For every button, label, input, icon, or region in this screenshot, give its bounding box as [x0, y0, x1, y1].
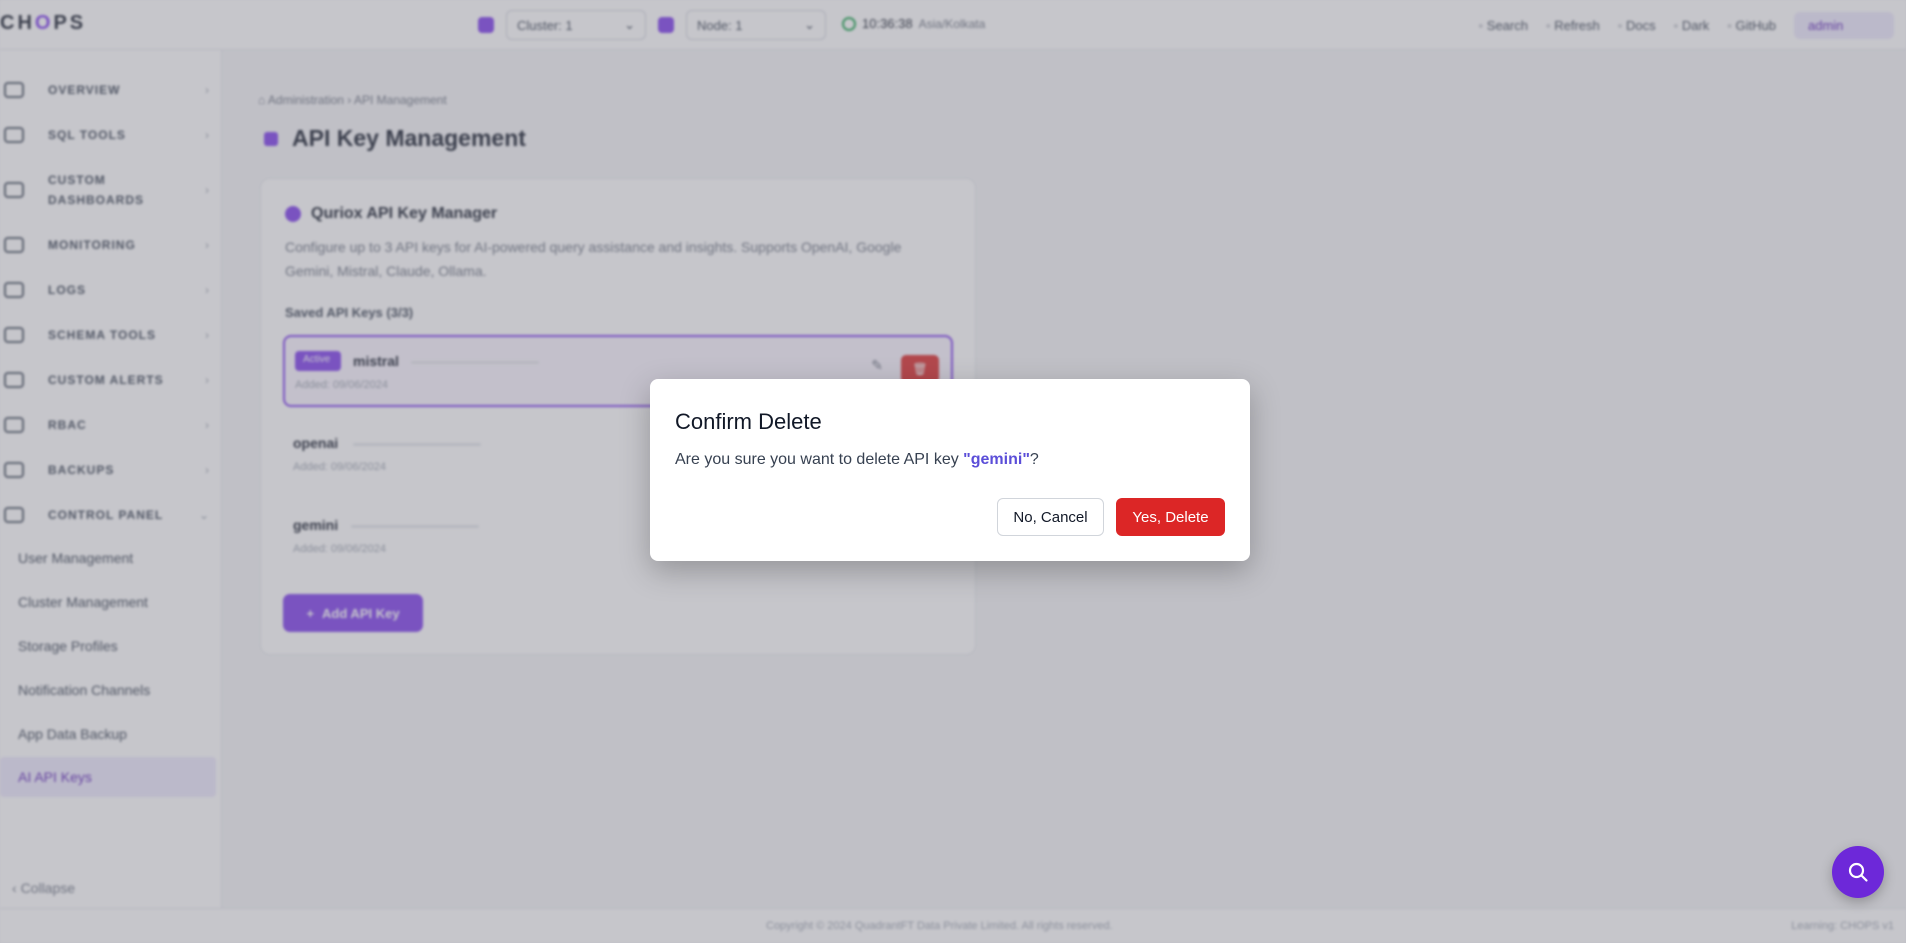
dialog-message-prefix: Are you sure you want to delete API key	[675, 451, 964, 468]
dialog-key-name: "gemini"	[963, 451, 1030, 468]
confirm-delete-dialog: Confirm Delete Are you sure you want to …	[650, 379, 1250, 561]
search-fab-button[interactable]	[1832, 846, 1884, 898]
dialog-message: Are you sure you want to delete API key …	[675, 451, 1039, 469]
cancel-button[interactable]: No, Cancel	[997, 498, 1104, 536]
dialog-title: Confirm Delete	[675, 409, 822, 434]
search-icon	[1848, 862, 1868, 882]
dialog-message-suffix: ?	[1029, 451, 1039, 468]
confirm-delete-button[interactable]: Yes, Delete	[1116, 498, 1225, 536]
